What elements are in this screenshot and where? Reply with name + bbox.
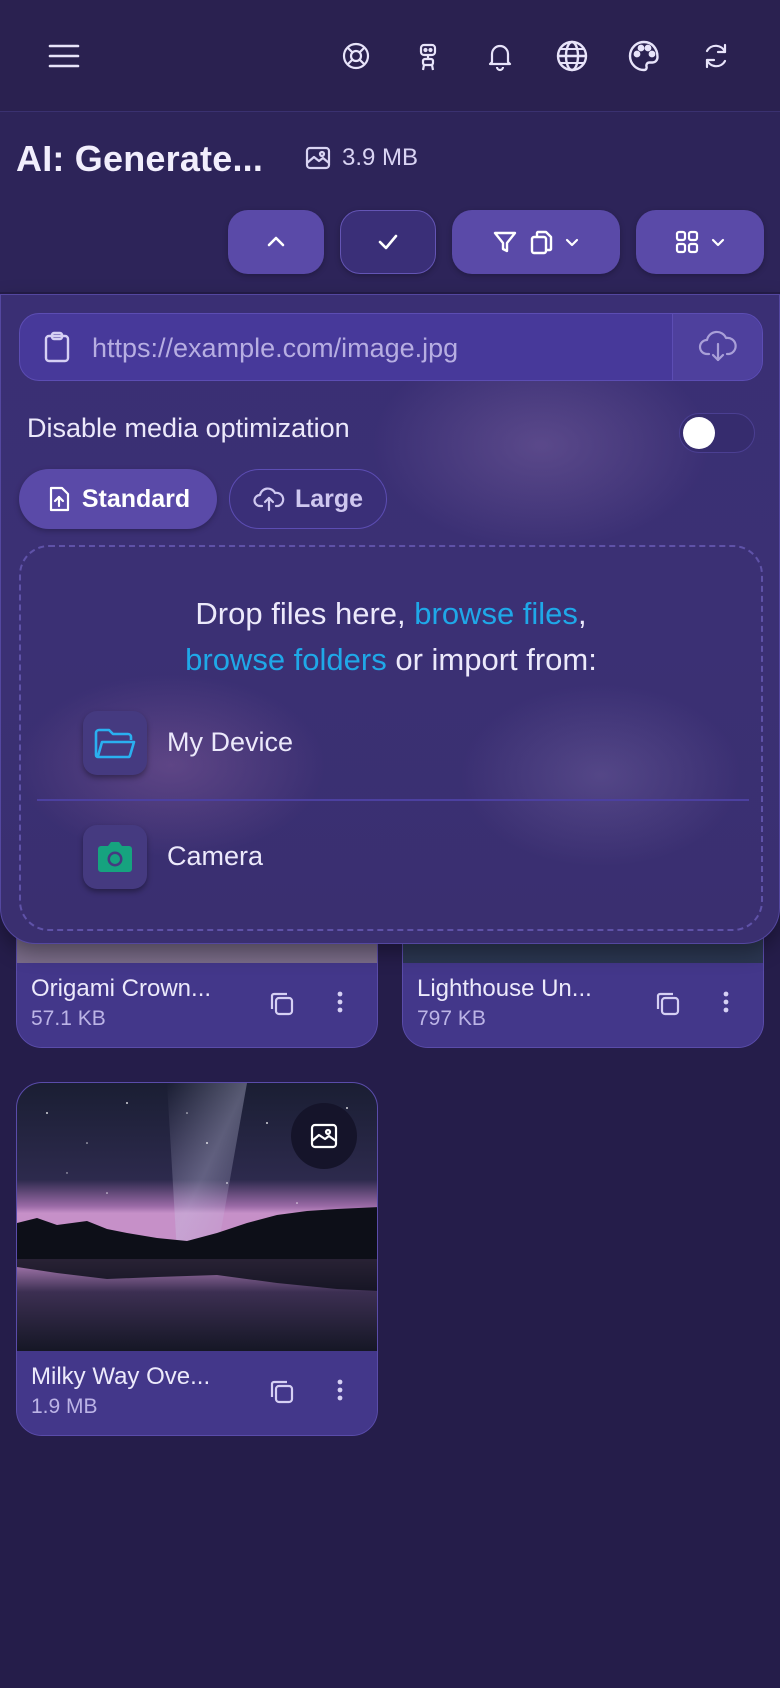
robot-icon[interactable]: [408, 36, 448, 76]
file-meta: Milky Way Ove... 1.9 MB: [17, 1351, 377, 1435]
more-options-icon[interactable]: [325, 1375, 355, 1405]
large-mode-button[interactable]: Large: [229, 469, 387, 529]
disable-optimization-toggle[interactable]: [679, 413, 755, 453]
source-my-device[interactable]: My Device: [37, 693, 749, 793]
standard-mode-button[interactable]: Standard: [19, 469, 217, 529]
file-name: Milky Way Ove...: [31, 1363, 211, 1390]
file-meta: Origami Crown... 57.1 KB: [17, 963, 377, 1047]
top-bar: [0, 0, 780, 112]
grid-icon: [673, 228, 701, 256]
folder-icon: [83, 711, 147, 775]
cloud-download-icon: [698, 330, 738, 364]
file-upload-icon: [46, 485, 72, 513]
source-divider: [37, 799, 749, 801]
copy-file-icon: [527, 228, 555, 256]
upload-panel: Disable media optimization Standard Larg…: [0, 294, 780, 944]
drop-zone[interactable]: Drop files here, browse files, browse fo…: [19, 545, 763, 931]
my-device-label: My Device: [167, 727, 294, 757]
view-mode-dropdown[interactable]: [636, 210, 764, 274]
chevron-up-icon: [263, 229, 289, 255]
chevron-down-icon: [709, 233, 727, 251]
camera-icon: [83, 825, 147, 889]
palette-icon[interactable]: [624, 36, 664, 76]
check-icon: [375, 229, 401, 255]
file-name: Origami Crown...: [31, 975, 212, 1002]
download-url-button[interactable]: [672, 314, 762, 380]
source-camera[interactable]: Camera: [37, 807, 749, 907]
page-title: AI: Generate...: [16, 138, 264, 179]
lifebuoy-icon[interactable]: [336, 36, 376, 76]
refresh-icon[interactable]: [696, 36, 736, 76]
file-card[interactable]: Milky Way Ove... 1.9 MB: [16, 1082, 378, 1436]
clipboard-icon[interactable]: [42, 330, 72, 364]
copy-icon[interactable]: [653, 989, 683, 1019]
file-thumbnail: [17, 1083, 377, 1353]
file-meta: Lighthouse Un... 797 KB: [403, 963, 763, 1047]
copy-icon[interactable]: [267, 989, 297, 1019]
large-mode-label: Large: [294, 484, 364, 513]
total-size: 3.9 MB: [304, 144, 418, 172]
toggle-knob: [683, 417, 715, 449]
total-size-text: 3.9 MB: [342, 144, 419, 171]
more-options-icon[interactable]: [325, 987, 355, 1017]
image-type-badge: [291, 1103, 357, 1169]
collapse-button[interactable]: [228, 210, 324, 274]
drop-text-suffix: or import from:: [386, 642, 597, 677]
chevron-down-icon: [563, 233, 581, 251]
url-import-box: [19, 313, 763, 381]
image-icon: [308, 1120, 340, 1152]
copy-icon[interactable]: [267, 1377, 297, 1407]
image-icon: [304, 144, 332, 172]
disable-optimization-label: Disable media optimization: [27, 413, 350, 443]
more-options-icon[interactable]: [711, 987, 741, 1017]
file-size: 797 KB: [417, 1007, 486, 1030]
drop-text-prefix: Drop files here,: [195, 596, 415, 631]
file-name: Lighthouse Un...: [417, 975, 592, 1002]
file-size: 57.1 KB: [31, 1007, 106, 1030]
cloud-upload-icon: [253, 486, 285, 512]
select-button[interactable]: [340, 210, 436, 274]
standard-mode-label: Standard: [81, 484, 191, 513]
bell-icon[interactable]: [480, 36, 520, 76]
filter-icon: [491, 228, 519, 256]
browse-folders-link[interactable]: browse folders: [185, 642, 387, 677]
url-input[interactable]: [92, 324, 672, 372]
drop-text-comma: ,: [577, 596, 587, 631]
file-size: 1.9 MB: [31, 1395, 98, 1418]
globe-icon[interactable]: [552, 36, 592, 76]
camera-label: Camera: [167, 841, 264, 871]
menu-icon[interactable]: [44, 36, 84, 76]
filter-dropdown[interactable]: [452, 210, 620, 274]
drop-instructions: Drop files here, browse files, browse fo…: [21, 591, 761, 683]
browse-files-link[interactable]: browse files: [414, 596, 578, 631]
